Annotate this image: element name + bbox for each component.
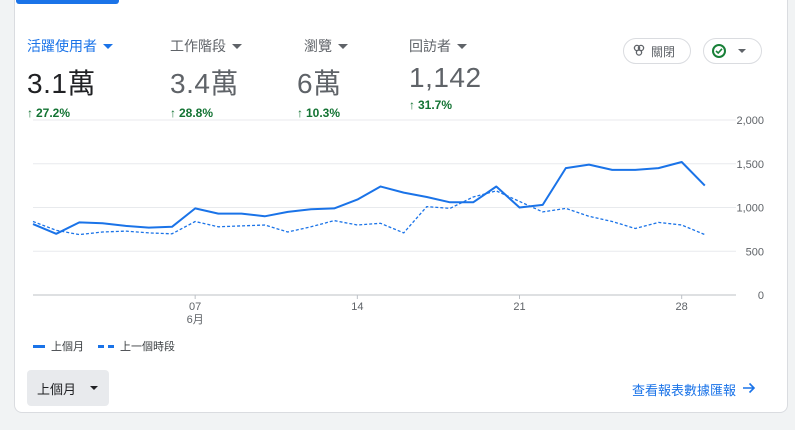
series-line-previous (32, 190, 706, 236)
line-chart: 2,000 1,500 1,000 500 0 076月 14 21 28 (32, 115, 764, 326)
legend-solid-line-icon (33, 344, 45, 348)
x-tick-label: 21 (513, 301, 525, 313)
arrow-right-icon (742, 382, 756, 397)
legend-dashed-line-icon (98, 344, 114, 348)
y-tick-label: 2,000 (736, 115, 764, 127)
date-range-label: 上個月 (37, 381, 77, 397)
x-tick-label: 28 (676, 301, 688, 313)
x-tick-label: 14 (351, 301, 363, 313)
y-tick-label: 0 (758, 290, 764, 302)
x-tick-label: 07 (189, 301, 201, 313)
chevron-down-icon (90, 386, 99, 390)
legend-item-previous: 上一個時段 (98, 338, 175, 354)
x-tick-sublabel: 6月 (187, 314, 204, 326)
view-report-label: 查看報表數據匯報 (632, 383, 737, 398)
y-tick-label: 500 (746, 246, 764, 258)
legend-label-current: 上個月 (51, 341, 84, 353)
legend-item-current: 上個月 (33, 338, 84, 354)
legend-label-previous: 上一個時段 (120, 341, 175, 353)
series-line-current (32, 161, 706, 235)
view-report-link[interactable]: 查看報表數據匯報 (632, 380, 756, 399)
date-range-dropdown[interactable]: 上個月 (27, 370, 109, 406)
y-tick-label: 1,000 (736, 203, 764, 215)
chart-legend: 上個月 上一個時段 (33, 338, 189, 354)
y-tick-label: 1,500 (736, 159, 764, 171)
